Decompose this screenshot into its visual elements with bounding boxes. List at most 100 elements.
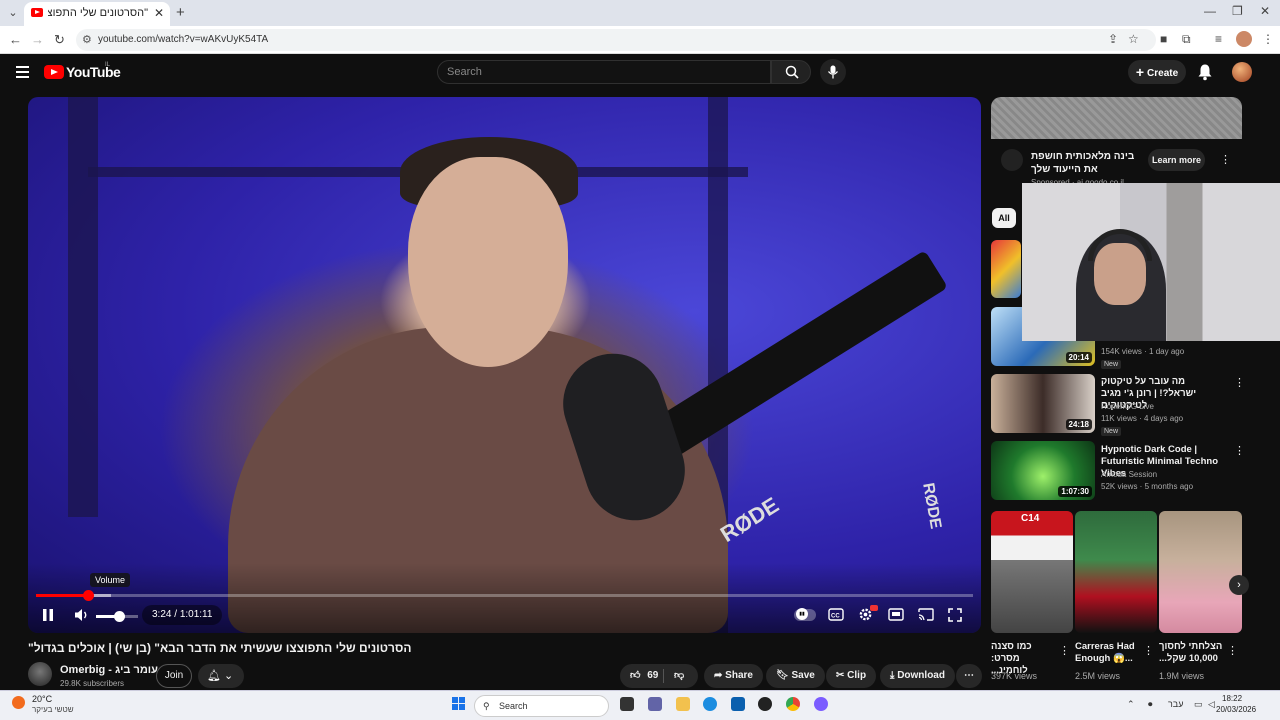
learn-more-button[interactable]: Learn more: [1148, 149, 1205, 171]
weather-temperature[interactable]: 20°C: [32, 694, 52, 704]
like-count[interactable]: 69: [647, 670, 658, 681]
app-icon[interactable]: [758, 697, 772, 711]
network-icon[interactable]: ▭: [1194, 699, 1203, 710]
bookmark-star-icon[interactable]: ☆: [1128, 32, 1139, 46]
volume-icon[interactable]: [74, 608, 90, 622]
progress-bar[interactable]: [36, 590, 973, 601]
back-icon[interactable]: ←: [9, 32, 22, 47]
clock-date[interactable]: 20/03/2026: [1216, 705, 1256, 714]
duration: 1:01:11: [179, 609, 213, 620]
search-input[interactable]: [438, 61, 770, 83]
background-shelf: [68, 97, 98, 517]
video-player[interactable]: RØDE RØDE Volume 3:24 / 1:01:11 CC: [28, 97, 981, 633]
short-title[interactable]: Carreras Had Enough 😱...: [1075, 641, 1141, 665]
tab-groups-icon[interactable]: ≡: [1215, 32, 1222, 46]
cast-icon[interactable]: [918, 608, 934, 621]
pause-icon[interactable]: [42, 608, 54, 622]
download-button[interactable]: ⤓ Download: [880, 664, 955, 688]
browser-profile-avatar[interactable]: [1236, 31, 1252, 47]
ad-menu-icon[interactable]: ⋮: [1220, 153, 1231, 166]
clip-button[interactable]: ✂ Clip: [826, 664, 877, 688]
store-icon[interactable]: [731, 697, 745, 711]
edge-icon[interactable]: [703, 697, 717, 711]
short-thumbnail[interactable]: C14: [991, 511, 1073, 633]
related-menu-icon[interactable]: ⋮: [1234, 444, 1245, 457]
short-thumbnail[interactable]: [1075, 511, 1157, 633]
microphone-tray-icon[interactable]: ⏺: [1148, 699, 1153, 710]
taskbar-search[interactable]: ⚲ Search: [474, 695, 609, 717]
related-thumbnail[interactable]: 24:18: [991, 374, 1095, 433]
tab-search-icon[interactable]: ⌄: [6, 6, 20, 20]
short-title[interactable]: הצלחתי לחסוך 10,000 שקל...: [1159, 641, 1225, 665]
clock-time[interactable]: 18:22: [1222, 694, 1242, 703]
related-menu-icon[interactable]: ⋮: [1234, 376, 1245, 389]
reload-icon[interactable]: ↻: [54, 32, 65, 48]
task-view-icon[interactable]: [620, 697, 634, 711]
maximize-icon[interactable]: ❐: [1232, 4, 1243, 18]
channel-name[interactable]: Omerbig - עומר ביג: [60, 664, 158, 676]
short-views: 1.9M views: [1159, 671, 1205, 681]
short-menu-icon[interactable]: ⋮: [1227, 644, 1238, 657]
short-menu-icon[interactable]: ⋮: [1143, 644, 1154, 657]
file-explorer-icon[interactable]: [676, 697, 690, 711]
chip-all[interactable]: All: [992, 208, 1016, 228]
download-icon: ⤓: [890, 670, 895, 681]
address-bar[interactable]: ⚙ youtube.com/watch?v=wAKvUyK54TA: [76, 29, 1156, 51]
youtube-wordmark[interactable]: YouTube: [66, 64, 121, 80]
tab-close-icon[interactable]: ✕: [154, 6, 164, 20]
browser-menu-icon[interactable]: ⋮: [1262, 32, 1274, 46]
windows-start-icon[interactable]: [452, 697, 466, 711]
tray-chevron-up-icon[interactable]: ⌃: [1127, 699, 1135, 710]
join-button[interactable]: Join: [156, 664, 192, 688]
short-menu-icon[interactable]: ⋮: [1059, 644, 1070, 657]
channel-avatar[interactable]: [28, 662, 52, 686]
chevron-right-icon[interactable]: ›: [1229, 575, 1249, 595]
browser-tab-youtube[interactable]: "הסרטונים שלי התפוצצו ש... ✕: [24, 2, 170, 26]
speaker-icon[interactable]: ◁: [1208, 699, 1215, 710]
related-thumbnail[interactable]: [991, 240, 1021, 298]
subscription-bell-button[interactable]: 🔔︎ ⌄: [198, 664, 244, 688]
create-button[interactable]: + Create: [1128, 60, 1186, 84]
menu-hamburger-icon[interactable]: [16, 66, 29, 81]
video-title: הסרטונים שלי התפוצצו שעשיתי את הדבר הבא"…: [28, 641, 412, 655]
mic-arm-brand-logo: RØDE: [919, 481, 944, 531]
subtitles-icon[interactable]: CC: [828, 608, 844, 621]
search-button[interactable]: [771, 60, 811, 84]
teams-icon[interactable]: [648, 697, 662, 711]
more-actions-icon[interactable]: ⋯: [956, 664, 982, 688]
extension-icon[interactable]: ■: [1160, 32, 1167, 46]
voice-search-button[interactable]: [820, 59, 846, 85]
save-button[interactable]: 🔖︎ Save: [766, 664, 825, 688]
related-channel[interactable]: Amoda Session: [1101, 470, 1157, 479]
forward-icon[interactable]: →: [31, 32, 44, 47]
window-close-icon[interactable]: ✕: [1260, 4, 1270, 18]
account-avatar[interactable]: [1232, 62, 1252, 82]
related-channel[interactable]: RonenGG Live: [1101, 402, 1154, 411]
miniplayer-icon[interactable]: [888, 608, 904, 621]
discord-icon[interactable]: [814, 697, 828, 711]
new-tab-icon[interactable]: +: [176, 4, 185, 21]
time-display: 3:24 / 1:01:11: [142, 605, 223, 625]
thumbs-up-icon[interactable]: 👍︎: [630, 670, 640, 681]
clip-label: Clip: [847, 670, 867, 681]
input-language[interactable]: עבר: [1168, 699, 1183, 709]
volume-slider[interactable]: [96, 611, 138, 622]
short-channel-badge: C14: [1021, 513, 1040, 524]
short-thumbnail[interactable]: [1159, 511, 1242, 633]
youtube-logo-icon[interactable]: [44, 65, 64, 79]
share-button[interactable]: ➦ Share: [704, 664, 763, 688]
related-thumbnail[interactable]: 1:07:30: [991, 441, 1095, 500]
extensions-puzzle-icon[interactable]: ⧉: [1182, 32, 1191, 47]
autoplay-toggle[interactable]: [794, 608, 816, 621]
chrome-icon[interactable]: [786, 697, 800, 711]
install-app-icon[interactable]: ⇪: [1108, 32, 1118, 46]
minimize-icon[interactable]: —: [1204, 4, 1216, 18]
ad-title[interactable]: בינה מלאכותית חושפת את הייעוד שלך: [1031, 150, 1136, 176]
fullscreen-icon[interactable]: [948, 608, 962, 622]
site-info-icon[interactable]: ⚙: [82, 33, 92, 46]
weather-icon[interactable]: [12, 696, 25, 709]
thumbs-down-icon[interactable]: 👎︎: [674, 664, 684, 688]
ad-banner-image[interactable]: [991, 97, 1242, 139]
notifications-bell-icon[interactable]: [1197, 63, 1213, 81]
share-label: Share: [725, 670, 753, 681]
